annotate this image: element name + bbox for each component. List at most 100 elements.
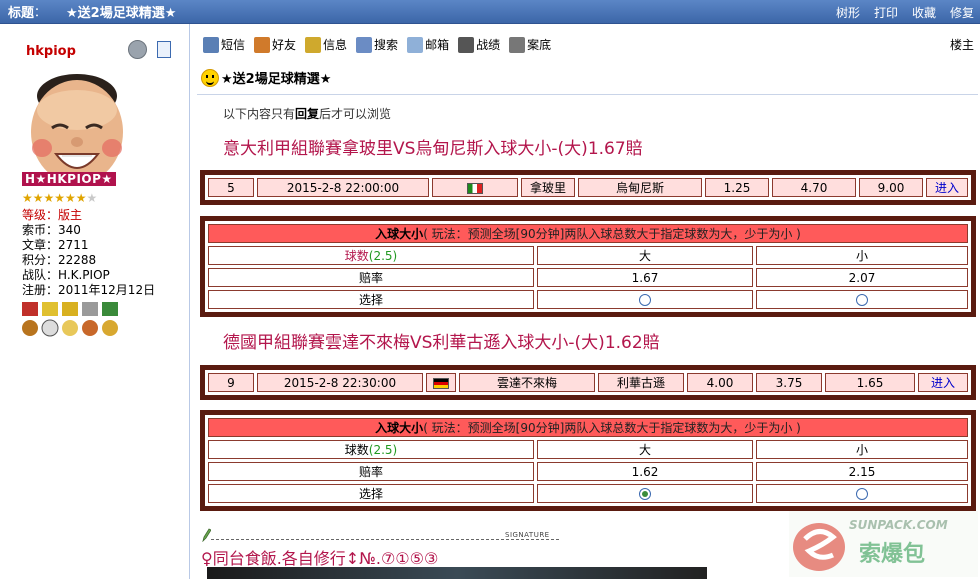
print-link[interactable]: 打印	[874, 4, 898, 21]
toolbar-friend-button[interactable]: 好友	[254, 36, 296, 53]
match-title: 德國甲組聯賽雲達不來梅VS利華古遜入球大小-(大)1.62賠	[223, 333, 660, 353]
user-info: 等级：版主 索币：340 文章：2711 积分：22288 战队：H.K.PIO…	[22, 208, 155, 298]
mail-icon	[203, 36, 219, 53]
flag-cell	[432, 178, 518, 197]
level-value: 版主	[58, 208, 83, 222]
favorite-link[interactable]: 收藏	[912, 4, 936, 21]
choose-label: 选择	[208, 290, 534, 309]
table-row: 赔率 1.67 2.07	[208, 268, 968, 287]
odds-away: 1.65	[825, 373, 915, 392]
user-handle-banner: H★HKPIOP★	[22, 172, 116, 186]
post-main: 短信 好友 信息 搜索 邮箱 战绩 案底 楼主 ★送2場足球精選★ 以下内容只有…	[193, 24, 980, 579]
user-team: 战队：H.K.PIOP	[22, 268, 110, 282]
table-row: 选择	[208, 484, 968, 503]
ball-cell: 球数(2.5)	[208, 246, 534, 265]
table-row: 9 2015-2-8 22:30:00 雲達不來梅 利華古遜 4.00 3.75…	[208, 373, 968, 392]
away-team: 烏甸尼斯	[578, 178, 702, 197]
germany-flag-icon	[433, 377, 449, 389]
page-title: ★送2場足球精選★	[66, 6, 177, 21]
table-row: 选择	[208, 290, 968, 309]
away-team: 利華古遜	[598, 373, 684, 392]
odds-away: 9.00	[859, 178, 923, 197]
big-radio[interactable]	[639, 488, 651, 500]
odds-home: 1.25	[705, 178, 769, 197]
market-header: 入球大小( 玩法：预测全场[90分钟]两队入球总数大于指定球数为大，少于为小 )	[208, 224, 968, 243]
user-register-date: 注册：2011年12月12日	[22, 283, 156, 297]
rate-big: 1.67	[537, 268, 753, 287]
match-info-table: 5 2015-2-8 22:00:00 拿玻里 烏甸尼斯 1.25 4.70 9…	[200, 170, 976, 205]
choose-small-cell	[756, 484, 968, 503]
table-row: 入球大小( 玩法：预测全场[90分钟]两队入球总数大于指定球数为大，少于为小 )	[208, 418, 968, 437]
odds-draw: 4.70	[772, 178, 856, 197]
rate-label: 赔率	[208, 462, 534, 481]
rank-stars: ★★★★★★★	[22, 191, 97, 205]
big-radio[interactable]	[639, 294, 651, 306]
user-coins: 索币：340	[22, 223, 81, 237]
market-header: 入球大小( 玩法：预测全场[90分钟]两队入球总数大于指定球数为大，少于为小 )	[208, 418, 968, 437]
signature-banner-image	[207, 567, 707, 579]
user-level: 等级：版主	[22, 208, 155, 223]
title-links: 树形 打印 收藏 修复	[836, 4, 974, 21]
divider	[197, 94, 978, 95]
empty-stars: ★	[86, 191, 98, 205]
user-points: 积分：22288	[22, 253, 97, 267]
small-radio[interactable]	[856, 294, 868, 306]
repair-link[interactable]: 修复	[950, 4, 974, 21]
table-row: 5 2015-2-8 22:00:00 拿玻里 烏甸尼斯 1.25 4.70 9…	[208, 178, 968, 197]
toolbar-message-button[interactable]: 短信	[203, 36, 245, 53]
search-icon	[356, 36, 373, 53]
flag-cell	[426, 373, 456, 392]
toolbar-info-button[interactable]: 信息	[305, 36, 347, 53]
enter-link[interactable]: 进入	[918, 373, 968, 392]
match-number: 5	[208, 178, 254, 197]
signature-text: ♀同台食飯.各自修行↕№.⑦①⑤③	[201, 549, 439, 568]
tree-view-link[interactable]: 树形	[836, 4, 860, 21]
username[interactable]: hkpiop	[26, 44, 76, 59]
user-profile-icon[interactable]	[157, 41, 171, 58]
post-title-text: ★送2場足球精選★	[221, 72, 332, 87]
big-option-label: 大	[537, 246, 753, 265]
toolbar-mailbox-button[interactable]: 邮箱	[407, 36, 449, 53]
toolbar-history-button[interactable]: 案底	[509, 36, 551, 53]
rate-small: 2.15	[756, 462, 968, 481]
table-row: 球数(2.5) 大 小	[208, 440, 968, 459]
user-status-icon[interactable]	[128, 40, 147, 59]
choose-small-cell	[756, 290, 968, 309]
friends-icon	[254, 36, 271, 53]
title-label: 标题	[8, 6, 35, 21]
choose-label: 选择	[208, 484, 534, 503]
smiley-icon	[201, 68, 219, 87]
info-icon	[305, 36, 322, 53]
table-row: 入球大小( 玩法：预测全场[90分钟]两队入球总数大于指定球数为大，少于为小 )	[208, 224, 968, 243]
record-icon	[458, 36, 475, 53]
home-team: 拿玻里	[521, 178, 575, 197]
toolbar-record-button[interactable]: 战绩	[458, 36, 500, 53]
ball-cell: 球数(2.5)	[208, 440, 534, 459]
bet-table: 入球大小( 玩法：预测全场[90分钟]两队入球总数大于指定球数为大，少于为小 )…	[200, 410, 976, 511]
small-option-label: 小	[756, 246, 968, 265]
rate-big: 1.62	[537, 462, 753, 481]
bet-table: 入球大小( 玩法：预测全场[90分钟]两队入球总数大于指定球数为大，少于为小 )…	[200, 216, 976, 317]
enter-link[interactable]: 进入	[926, 178, 968, 197]
title-colon: ：	[34, 5, 47, 19]
match-datetime: 2015-2-8 22:00:00	[257, 178, 429, 197]
medals-icon	[22, 302, 118, 337]
level-label: 等级：	[22, 208, 59, 222]
italy-flag-icon	[467, 182, 483, 194]
title-bar: 标题 ： ★送2場足球精選★ 树形 打印 收藏 修复	[0, 0, 980, 24]
monitor-icon	[509, 36, 526, 53]
post-title: ★送2場足球精選★	[201, 68, 331, 87]
rate-small: 2.07	[756, 268, 968, 287]
signature-divider	[211, 539, 559, 540]
match-title: 意大利甲組聯賽拿玻里VS烏甸尼斯入球大小-(大)1.67賠	[223, 139, 643, 159]
choose-big-cell	[537, 290, 753, 309]
floor-label: 楼主	[949, 38, 974, 52]
match-number: 9	[208, 373, 254, 392]
user-toolbar: 短信 好友 信息 搜索 邮箱 战绩 案底	[203, 36, 551, 53]
toolbar-search-button[interactable]: 搜索	[356, 36, 398, 53]
table-row: 赔率 1.62 2.15	[208, 462, 968, 481]
mailbox-icon	[407, 36, 424, 53]
match-datetime: 2015-2-8 22:30:00	[257, 373, 423, 392]
signature-tag: SIGNATURE	[505, 531, 550, 539]
small-radio[interactable]	[856, 488, 868, 500]
